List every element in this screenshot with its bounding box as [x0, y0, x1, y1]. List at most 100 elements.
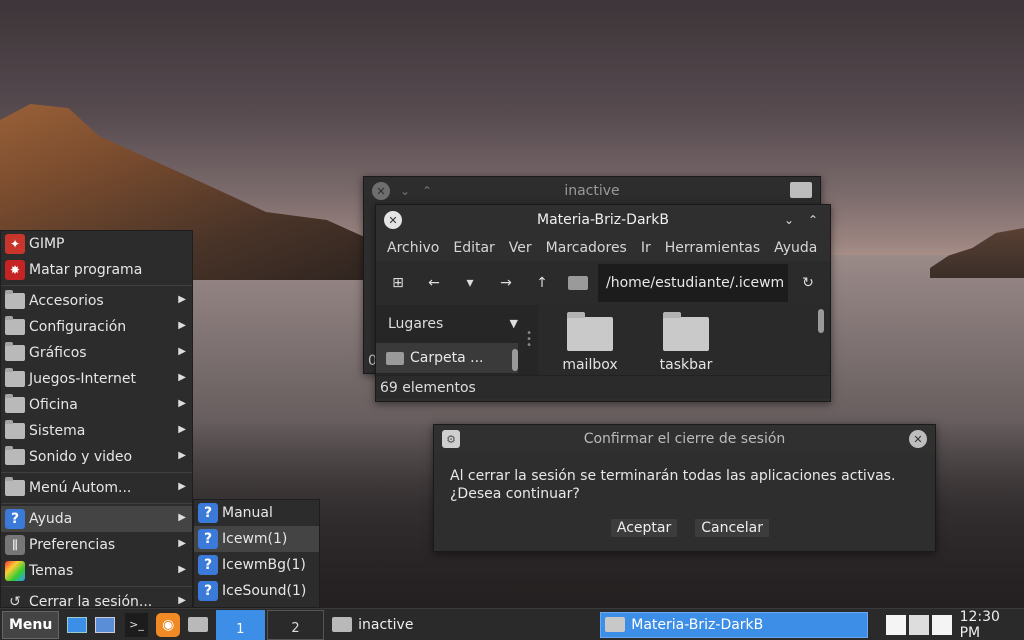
menu-item-configuracion[interactable]: Configuración ▶	[1, 314, 192, 340]
menu-item-sonido-video[interactable]: Sonido y video ▶	[1, 444, 192, 470]
sidebar-scrollbar[interactable]	[512, 349, 518, 371]
submenu-item-manual[interactable]: ? Manual	[194, 500, 319, 526]
menu-ir[interactable]: Ir	[634, 240, 658, 256]
tray-network-icon[interactable]	[909, 614, 929, 635]
preferences-icon: ⫼	[5, 535, 25, 555]
submenu-item-icewm[interactable]: ? Icewm(1)	[194, 526, 319, 552]
splitter-handle[interactable]: • • •	[526, 329, 532, 351]
menu-item-temas[interactable]: Temas ▶	[1, 558, 192, 584]
path-input[interactable]: /home/estudiante/.icewm	[598, 264, 788, 302]
close-icon[interactable]: ✕	[384, 211, 402, 229]
menu-item-graficos[interactable]: Gráficos ▶	[1, 340, 192, 366]
tray-cpu-icon[interactable]	[886, 614, 907, 635]
clock[interactable]: 12:30 PM	[960, 609, 1024, 640]
file-manager-titlebar[interactable]: ✕ Materia-Briz-DarkB ⌄ ⌃	[376, 205, 830, 235]
close-icon[interactable]: ✕	[909, 430, 927, 448]
file-manager-icon[interactable]	[186, 613, 210, 637]
chevron-right-icon: ▶	[178, 294, 186, 305]
logout-dialog[interactable]: ⚙ Confirmar el cierre de sesión ✕ Al cer…	[433, 424, 936, 552]
folder-icon	[5, 316, 25, 335]
places-label: Lugares	[388, 316, 444, 332]
statusbar: 69 elementos	[376, 375, 830, 399]
menu-item-kill[interactable]: ✸ Matar programa	[1, 257, 192, 283]
new-tab-icon[interactable]: ⊞	[382, 267, 414, 299]
menu-item-label: Juegos-Internet	[29, 371, 137, 387]
inactive-window-titlebar[interactable]: ✕ ⌄ ⌃ inactive	[364, 177, 820, 205]
up-icon[interactable]: ↑	[526, 267, 558, 299]
menu-ayuda[interactable]: Ayuda	[767, 240, 824, 256]
maximize-icon[interactable]: ⌃	[804, 211, 822, 229]
menu-item-label: Menú Autom...	[29, 480, 132, 496]
status-text: 69 elementos	[380, 379, 476, 396]
app-icon: ⚙	[442, 430, 460, 448]
task-inactive[interactable]: inactive	[328, 612, 600, 638]
help-icon: ?	[5, 509, 25, 529]
minimize-icon[interactable]: ⌄	[780, 211, 798, 229]
dialog-title: Confirmar el cierre de sesión	[583, 431, 786, 447]
window-list-icon[interactable]	[93, 613, 117, 637]
help-icon: ?	[198, 529, 218, 549]
folder-icon	[5, 477, 25, 496]
menu-item-oficina[interactable]: Oficina ▶	[1, 392, 192, 418]
gimp-icon: ✦	[5, 234, 25, 254]
menubar: Archivo Editar Ver Marcadores Ir Herrami…	[376, 235, 830, 261]
file-label: taskbar	[659, 357, 713, 373]
folder-icon	[5, 368, 25, 387]
firefox-icon[interactable]: ◉	[156, 612, 180, 637]
menu-item-preferencias[interactable]: ⫼ Preferencias ▶	[1, 532, 192, 558]
chevron-right-icon: ▶	[178, 346, 186, 357]
submenu-item-label: IcewmBg(1)	[222, 557, 306, 573]
file-item[interactable]: mailbox	[550, 305, 630, 373]
show-desktop-icon[interactable]	[65, 613, 89, 637]
home-folder-icon[interactable]	[562, 267, 594, 299]
cancel-button[interactable]: Cancelar	[695, 519, 769, 537]
menu-item-menu-automatico[interactable]: Menú Autom... ▶	[1, 475, 192, 501]
submenu-item-icesound[interactable]: ? IceSound(1)	[194, 578, 319, 604]
menu-editar[interactable]: Editar	[446, 240, 501, 256]
folder-icon	[332, 617, 353, 632]
history-dropdown-icon[interactable]: ▾	[454, 267, 486, 299]
menu-item-gimp[interactable]: ✦ GIMP	[1, 231, 192, 257]
terminal-icon[interactable]: >_	[124, 612, 149, 637]
task-materia-briz[interactable]: Materia-Briz-DarkB	[600, 611, 869, 638]
workspace-1[interactable]: 1	[215, 609, 265, 640]
maximize-icon[interactable]: ⌃	[418, 182, 436, 200]
forward-icon[interactable]: →	[490, 267, 522, 299]
menu-marcadores[interactable]: Marcadores	[539, 240, 634, 256]
menu-item-label: GIMP	[29, 236, 65, 252]
file-item[interactable]: taskbar	[646, 305, 726, 373]
separator	[1, 472, 192, 473]
chevron-right-icon: ▶	[178, 564, 186, 575]
menu-item-sistema[interactable]: Sistema ▶	[1, 418, 192, 444]
accept-button[interactable]: Aceptar	[610, 519, 678, 537]
kill-icon: ✸	[5, 260, 25, 280]
file-manager-window[interactable]: ✕ Materia-Briz-DarkB ⌄ ⌃ Archivo Editar …	[375, 204, 831, 402]
back-icon[interactable]: ←	[418, 267, 450, 299]
places-selector[interactable]: Lugares ▼	[376, 305, 538, 343]
reload-icon[interactable]: ↻	[792, 267, 824, 299]
menu-archivo[interactable]: Archivo	[380, 240, 446, 256]
close-icon[interactable]: ✕	[372, 182, 390, 200]
menu-ver[interactable]: Ver	[502, 240, 539, 256]
minimize-icon[interactable]: ⌄	[396, 182, 414, 200]
file-view-scrollbar[interactable]	[818, 309, 824, 333]
menu-item-accesorios[interactable]: Accesorios ▶	[1, 288, 192, 314]
workspace-label: 1	[236, 621, 245, 637]
dialog-titlebar[interactable]: ⚙ Confirmar el cierre de sesión ✕	[434, 425, 935, 453]
start-menu-button[interactable]: Menu	[2, 610, 60, 639]
menu-item-ayuda[interactable]: ? Ayuda ▶	[1, 506, 192, 532]
folder-icon	[5, 420, 25, 439]
menu-item-label: Ayuda	[29, 511, 73, 527]
folder-icon	[5, 290, 25, 309]
sidebar-item-folder[interactable]: Carpeta ...	[376, 343, 518, 373]
menu-item-label: Configuración	[29, 319, 127, 335]
workspace-2[interactable]: 2	[266, 609, 325, 640]
menu-herramientas[interactable]: Herramientas	[658, 240, 767, 256]
dialog-message-line: Al cerrar la sesión se terminarán todas …	[450, 468, 896, 484]
menu-item-juegos-internet[interactable]: Juegos-Internet ▶	[1, 366, 192, 392]
folder-icon	[5, 342, 25, 361]
separator	[1, 503, 192, 504]
submenu-item-icewmbg[interactable]: ? IcewmBg(1)	[194, 552, 319, 578]
tray-memory-icon[interactable]	[931, 614, 952, 635]
chevron-right-icon: ▶	[178, 450, 186, 461]
